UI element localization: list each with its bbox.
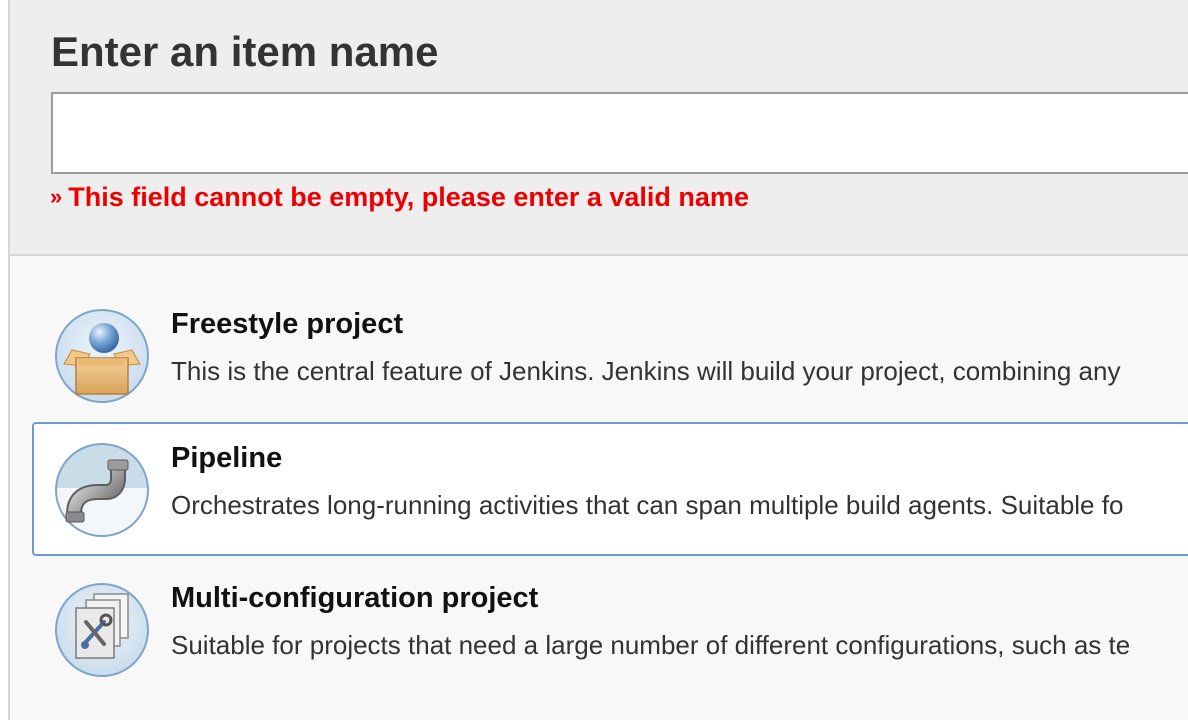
item-type-name: Freestyle project: [171, 308, 404, 340]
new-item-panel: Enter an item name » This field cannot be…: [8, 0, 1188, 720]
item-type-name: Multi-configuration project: [171, 582, 539, 614]
item-type-freestyle[interactable]: Freestyle project This is the central fe…: [32, 288, 1188, 422]
item-type-multi-configuration[interactable]: Multi-configuration project Suitable for…: [32, 562, 1188, 696]
item-type-description: Suitable for projects that need a large …: [171, 630, 1131, 660]
error-marker: »: [50, 184, 63, 209]
item-type-description: This is the central feature of Jenkins. …: [171, 356, 1121, 386]
item-type-pipeline[interactable]: Pipeline Orchestrates long-running activ…: [32, 422, 1188, 556]
multi-config-pages-icon: [55, 583, 149, 677]
item-name-input[interactable]: [51, 92, 1188, 174]
validation-error: » This field cannot be empty, please ente…: [50, 180, 749, 216]
page-title: Enter an item name: [51, 28, 439, 75]
item-type-name: Pipeline: [171, 442, 283, 474]
pipeline-pipe-icon: [55, 443, 149, 537]
item-name-section: Enter an item name » This field cannot be…: [10, 0, 1188, 256]
freestyle-box-icon: [55, 309, 149, 403]
error-message: This field cannot be empty, please enter…: [68, 182, 749, 212]
item-type-description: Orchestrates long-running activities tha…: [171, 490, 1124, 520]
